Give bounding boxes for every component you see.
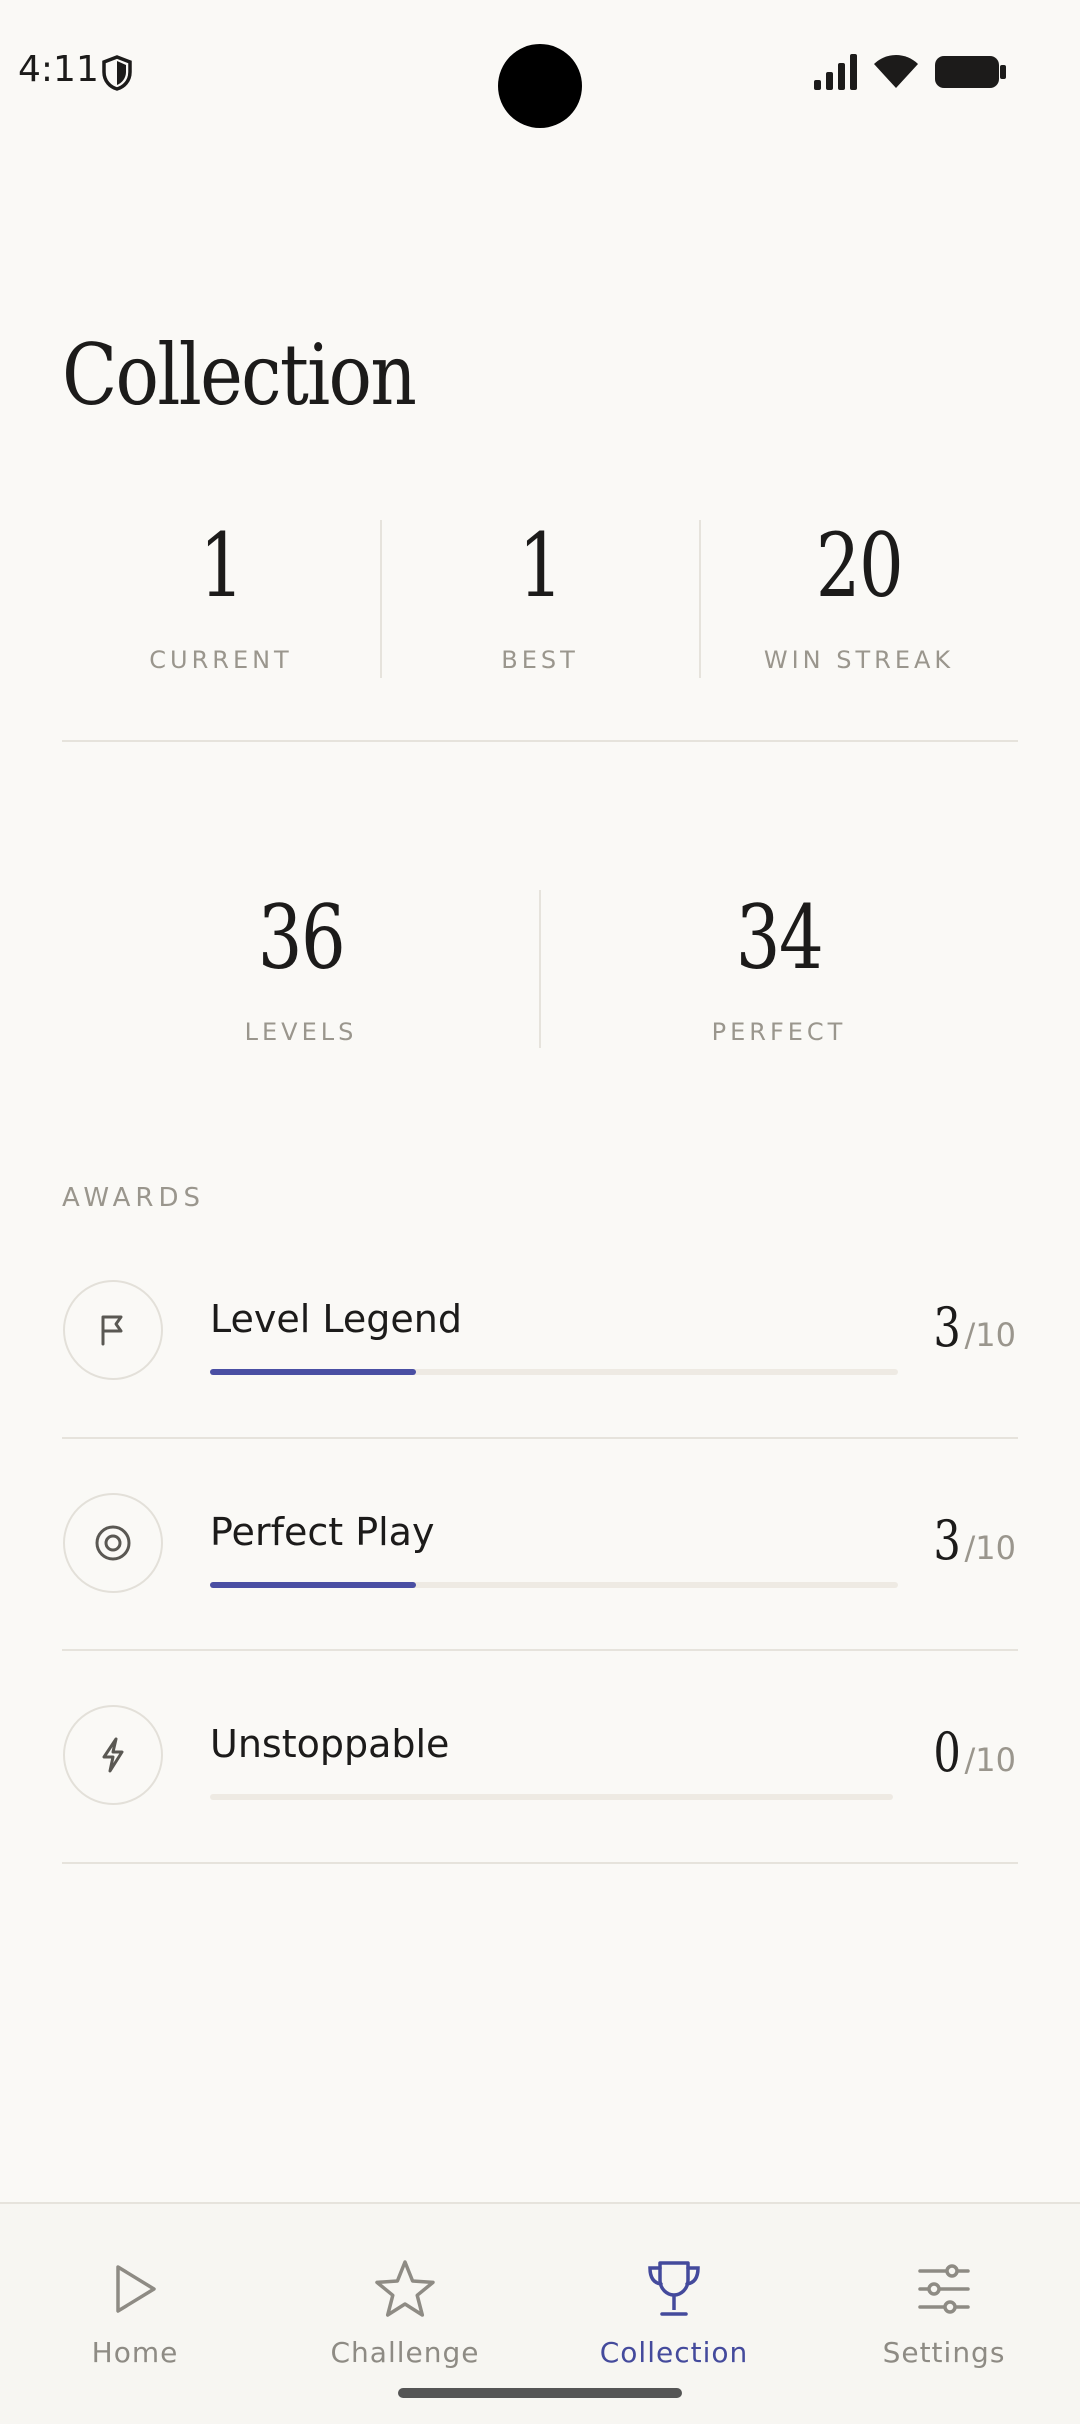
nav-label: Settings [882, 2336, 1006, 2369]
win-streak-label: WIN STREAK [763, 646, 955, 674]
current-streak-value: 1 [199, 514, 244, 617]
award-name: Level Legend [210, 1297, 462, 1341]
sliders-icon [844, 2254, 1044, 2324]
nav-label: Home [91, 2336, 179, 2369]
award-progress-track [210, 1369, 898, 1375]
star-icon [305, 2254, 505, 2324]
shield-icon [100, 54, 134, 92]
battery-icon [934, 54, 1008, 90]
page-title: Collection [62, 326, 417, 424]
award-count: 3/10 [933, 1296, 1016, 1359]
status-time: 4:11 [18, 49, 99, 90]
nav-label: Collection [599, 2336, 749, 2369]
row-divider [62, 1649, 1018, 1651]
levels-label: LEVELS [244, 1018, 358, 1046]
row-divider [62, 1437, 1018, 1439]
perfect-value: 34 [735, 886, 824, 989]
trophy-icon [574, 2254, 774, 2324]
nav-settings[interactable]: Settings [844, 2254, 1044, 2369]
nav-home[interactable]: Home [35, 2254, 235, 2369]
award-progress-fill [210, 1582, 417, 1588]
best-streak-label: BEST [501, 646, 579, 674]
award-name: Perfect Play [210, 1510, 435, 1554]
section-divider [62, 740, 1018, 742]
award-progress-track [210, 1794, 893, 1800]
best-streak-value: 1 [518, 514, 563, 617]
signal-icon [812, 52, 862, 92]
nav-collection[interactable]: Collection [574, 2254, 774, 2369]
current-streak-label: CURRENT [149, 646, 293, 674]
levels-value: 36 [257, 886, 346, 989]
perfect-label: PERFECT [711, 1018, 847, 1046]
wifi-icon [872, 50, 920, 90]
award-progress-track [210, 1582, 898, 1588]
nav-label: Challenge [330, 2336, 480, 2369]
award-progress-fill [210, 1369, 417, 1375]
flag-icon [63, 1280, 163, 1380]
win-streak-value: 20 [815, 514, 904, 617]
awards-section-label: AWARDS [62, 1183, 206, 1213]
lightning-icon [63, 1705, 163, 1805]
row-divider [62, 1862, 1018, 1864]
award-count: 0/10 [933, 1721, 1016, 1784]
home-indicator [398, 2388, 682, 2398]
play-icon [35, 2254, 235, 2324]
award-count: 3/10 [933, 1509, 1016, 1572]
nav-challenge[interactable]: Challenge [305, 2254, 505, 2369]
target-icon [63, 1493, 163, 1593]
camera-cutout [498, 44, 582, 128]
award-name: Unstoppable [210, 1722, 450, 1766]
